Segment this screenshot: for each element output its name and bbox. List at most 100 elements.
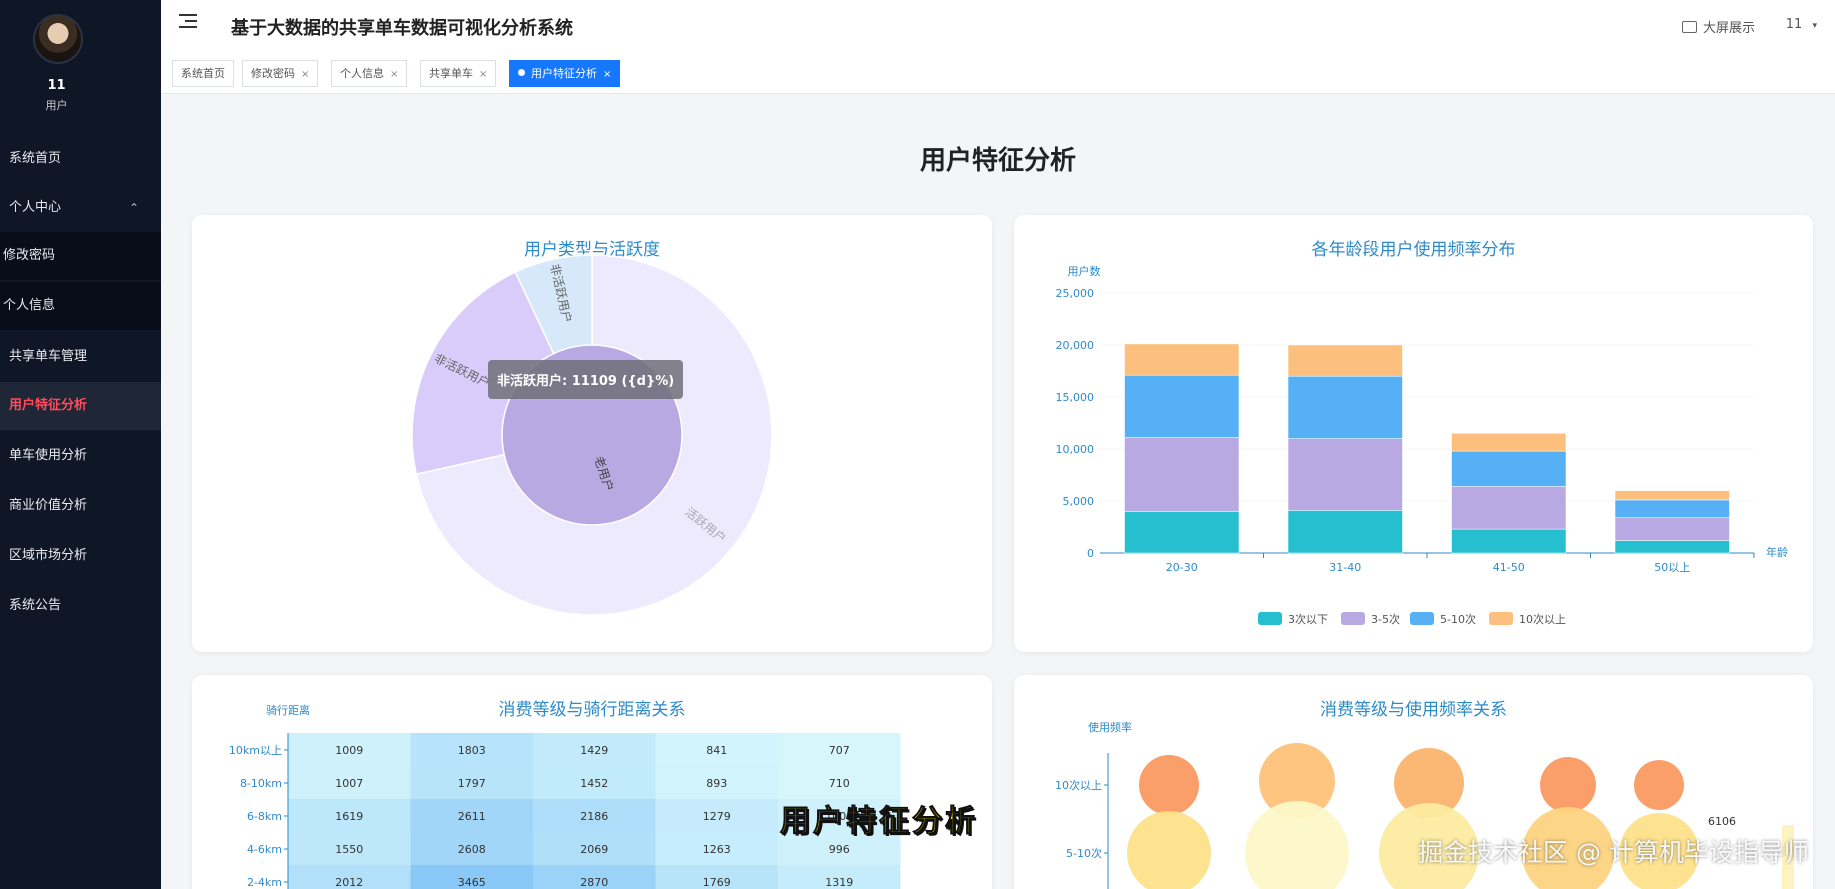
cell-label: 1319: [825, 876, 853, 889]
cell-label: 1803: [458, 744, 486, 757]
sidebar-item-business-value[interactable]: 商业价值分析: [0, 482, 161, 530]
bigscreen-button[interactable]: 大屏展示: [1681, 17, 1755, 36]
tab-label: 共享单车: [429, 67, 473, 80]
page-title: 用户特征分析: [919, 146, 1076, 176]
tick-label: 25,000: [1056, 287, 1095, 300]
bar-segment: [1287, 510, 1403, 554]
close-icon[interactable]: ×: [301, 69, 309, 80]
tab-personal-info[interactable]: 个人信息 ×: [331, 60, 408, 87]
sidebar: 11 用户 系统首页 个人中心 ⌃ 修改密码 个人信息 共享单车管理 用户特征分…: [0, 0, 161, 889]
cell-label: 1797: [458, 777, 486, 790]
tick-label: 41-50: [1493, 561, 1525, 574]
cell-label: 2611: [458, 810, 486, 823]
tick-label: 5,000: [1063, 495, 1095, 508]
bubble-point: [1139, 755, 1199, 815]
tabs-bar: 系统首页 修改密码 × 个人信息 × 共享单车 × 用户特征分析 ×: [161, 52, 1835, 94]
bubble-point: [1245, 801, 1349, 889]
tick-label: 15,000: [1056, 391, 1095, 404]
chevron-up-icon: ⌃: [128, 201, 139, 215]
user-menu[interactable]: 11 ▾: [1786, 17, 1817, 32]
bubble-point: [1634, 760, 1684, 810]
chart-tooltip: 非活跃用户: 11109 ({d}%): [488, 360, 684, 399]
sidebar-item-change-password[interactable]: 修改密码: [0, 232, 161, 280]
bar-segment: [1614, 540, 1730, 554]
sidebar-item-home[interactable]: 系统首页: [0, 135, 161, 183]
close-icon[interactable]: ×: [603, 69, 611, 80]
bar-segment: [1124, 511, 1240, 554]
bubble-point: [1540, 757, 1596, 813]
legend-swatch: [1341, 612, 1365, 625]
sidebar-item-label: 个人中心: [9, 200, 62, 215]
sidebar-item-personal-center[interactable]: 个人中心 ⌃: [0, 184, 161, 232]
cell-label: 1007: [335, 777, 363, 790]
sidebar-user-role: 用户: [45, 99, 68, 112]
bar-segment: [1287, 344, 1403, 377]
tab-change-password[interactable]: 修改密码 ×: [242, 60, 319, 87]
cell-label: 1263: [703, 843, 731, 856]
tab-label: 用户特征分析: [531, 67, 597, 80]
cell-label: 1452: [580, 777, 608, 790]
cell-label: 2608: [458, 843, 486, 856]
tick-label: 8-10km: [240, 777, 282, 790]
sidebar-item-bike-management[interactable]: 共享单车管理: [0, 333, 161, 381]
cell-label: 1769: [703, 876, 731, 889]
legend-swatch: [1410, 612, 1434, 625]
axis-label: 使用频率: [1088, 720, 1132, 734]
bar-segment: [1124, 343, 1240, 376]
tick-label: 5-10次: [1066, 846, 1102, 860]
sidebar-item-regional-market[interactable]: 区域市场分析: [0, 532, 161, 580]
tick-label: 50以上: [1654, 561, 1690, 574]
bar-segment: [1287, 438, 1403, 511]
sidebar-user-name: 11: [47, 78, 66, 93]
bubble-point: [1127, 811, 1211, 889]
tab-label: 修改密码: [251, 67, 295, 80]
bar-segment: [1614, 517, 1730, 541]
bar-segment: [1614, 490, 1730, 501]
axis-label: 年龄: [1766, 545, 1788, 559]
tick-label: 10km以上: [229, 744, 282, 757]
tab-home[interactable]: 系统首页: [172, 60, 234, 87]
sidebar-item-bike-usage[interactable]: 单车使用分析: [0, 432, 161, 480]
tab-label: 个人信息: [340, 67, 384, 80]
cell-label: 1009: [335, 744, 363, 757]
legend-label: 3-5次: [1371, 612, 1400, 626]
bar-segment: [1124, 437, 1240, 512]
active-dot-icon: [518, 69, 525, 76]
bar-segment: [1451, 528, 1567, 554]
menu-toggle-icon[interactable]: [179, 14, 197, 30]
sidebar-item-announcements[interactable]: 系统公告: [0, 582, 161, 630]
header: 基于大数据的共享单车数据可视化分析系统 大屏展示 11 ▾: [161, 0, 1835, 52]
tab-shared-bike[interactable]: 共享单车 ×: [420, 60, 497, 87]
bar-chart: 用户数年龄 0 5,000 10,000 15,000 20,000 25,000 20-30…: [1056, 264, 1789, 626]
close-icon[interactable]: ×: [479, 69, 487, 80]
cell-label: 841: [706, 744, 727, 757]
tick-label: 10,000: [1056, 443, 1095, 456]
avatar[interactable]: [33, 14, 83, 64]
cell-label: 1279: [703, 810, 731, 823]
cell-label: 3465: [458, 876, 486, 889]
tick-label: 0: [1087, 547, 1094, 560]
bigscreen-label: 大屏展示: [1702, 21, 1755, 36]
tick-label: 20-30: [1166, 561, 1198, 574]
bar-segment: [1614, 499, 1730, 518]
close-icon[interactable]: ×: [390, 69, 398, 80]
sidebar-item-personal-info[interactable]: 个人信息: [0, 282, 161, 330]
legend-label: 10次以上: [1519, 612, 1566, 626]
cell-label: 2186: [580, 810, 608, 823]
sidebar-item-user-analysis[interactable]: 用户特征分析: [0, 382, 161, 430]
visual-map-max-label: 6106: [1708, 815, 1736, 828]
tab-user-analysis[interactable]: 用户特征分析 ×: [509, 60, 621, 87]
legend-label: 3次以下: [1288, 612, 1328, 626]
cell-label: 707: [829, 744, 850, 757]
cell-label: 996: [829, 843, 850, 856]
cell-label: 1619: [335, 810, 363, 823]
consumption-distance-chart-card: 消费等级与骑行距离关系 骑行距离 10km以上 1009 1803 1429 841 707…: [192, 675, 992, 889]
cell-label: 1429: [580, 744, 608, 757]
bar-segment: [1451, 433, 1567, 452]
pie-chart: 活跃用户非活跃用户非活跃用户老用户: [411, 254, 773, 616]
tick-label: 6-8km: [247, 810, 282, 823]
tick-label: 31-40: [1329, 561, 1361, 574]
app-title: 基于大数据的共享单车数据可视化分析系统: [231, 18, 573, 39]
cell-label: 710: [829, 777, 850, 790]
axis-label: 骑行距离: [266, 703, 310, 717]
